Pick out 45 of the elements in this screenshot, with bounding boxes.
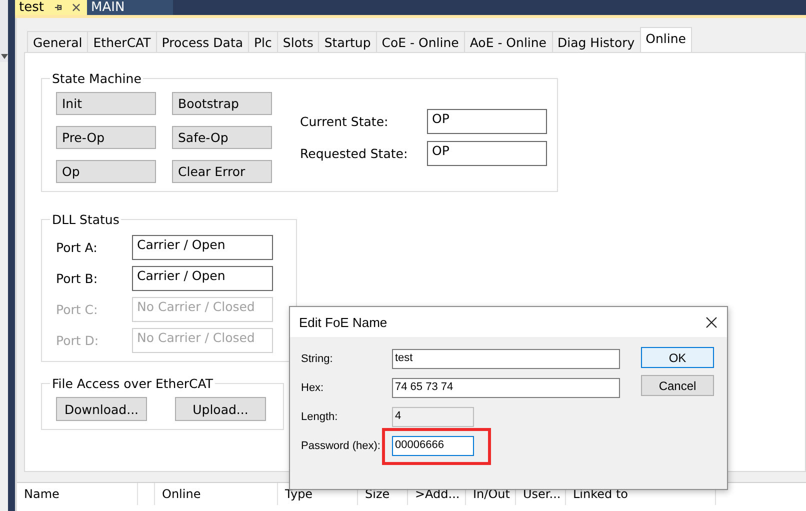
state-button[interactable]: Pre-Op xyxy=(56,126,156,149)
property-tab[interactable]: Startup xyxy=(318,31,377,52)
port-label: Port A: xyxy=(56,240,98,255)
port-label: Port D: xyxy=(56,333,100,348)
input-field[interactable]: test xyxy=(392,349,620,369)
field-label: Requested State: xyxy=(300,146,409,161)
port-status-field: Carrier / Open xyxy=(132,266,273,291)
dialog-button[interactable]: OK xyxy=(641,347,714,368)
state-button[interactable]: Bootstrap xyxy=(172,92,272,115)
field-label: String: xyxy=(301,353,334,365)
input-field[interactable]: 00006666 xyxy=(392,436,474,456)
state-button[interactable]: Safe-Op xyxy=(172,126,272,149)
field-label: Hex: xyxy=(301,382,325,394)
close-icon[interactable] xyxy=(72,3,81,12)
port-label: Port B: xyxy=(56,271,99,286)
file-button[interactable]: Upload... xyxy=(175,397,266,421)
field-label: Password (hex): xyxy=(301,440,382,452)
state-field: OP xyxy=(427,141,547,166)
close-icon[interactable] xyxy=(706,316,717,328)
caret-down-icon[interactable] xyxy=(0,54,8,59)
property-tab[interactable]: General xyxy=(27,31,88,52)
input-field[interactable]: 74 65 73 74 xyxy=(392,378,620,398)
column-header[interactable]: Online xyxy=(155,483,278,505)
document-tab[interactable]: test xyxy=(15,0,87,15)
file-button[interactable]: Download... xyxy=(56,397,147,421)
port-status-field: Carrier / Open xyxy=(132,235,273,260)
state-button[interactable]: Op xyxy=(56,160,156,183)
group-title: File Access over EtherCAT xyxy=(51,376,214,391)
group-title: State Machine xyxy=(51,71,142,86)
port-label: Port C: xyxy=(56,302,99,317)
pin-icon[interactable] xyxy=(54,3,62,12)
field-label: Current State: xyxy=(300,114,390,129)
dialog-button[interactable]: Cancel xyxy=(641,375,714,396)
port-status-field: No Carrier / Closed xyxy=(132,328,273,353)
group-title: DLL Status xyxy=(51,212,120,227)
property-tab[interactable]: Diag History xyxy=(552,31,641,52)
state-field: OP xyxy=(427,109,547,134)
port-status-field: No Carrier / Closed xyxy=(132,297,273,322)
field-label: Length: xyxy=(301,411,339,423)
dialog-title: Edit FoE Name xyxy=(299,314,388,330)
column-header[interactable]: Name xyxy=(17,483,138,505)
state-button[interactable]: Init xyxy=(56,92,156,115)
state-button[interactable]: Clear Error xyxy=(172,160,272,183)
property-tab[interactable]: Online xyxy=(640,27,692,52)
document-tab[interactable]: MAIN xyxy=(87,0,173,15)
